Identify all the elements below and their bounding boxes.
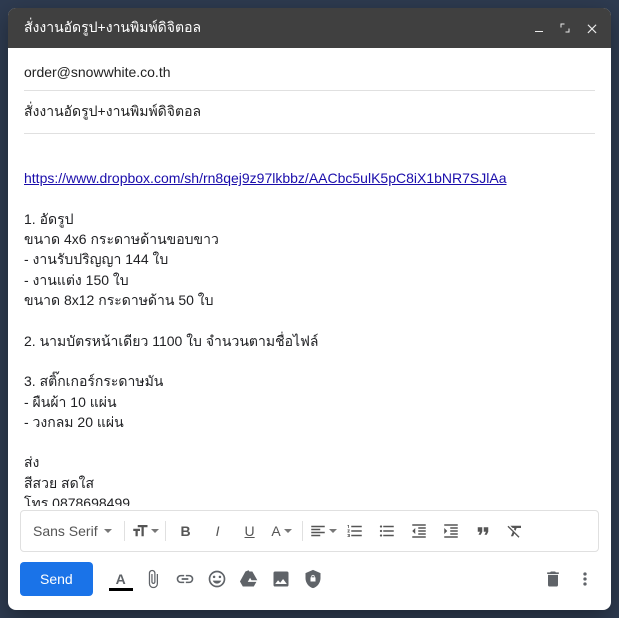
insert-photo-icon[interactable] <box>267 565 295 593</box>
body-line: - ผืนผ้า 10 แผ่น <box>24 392 595 412</box>
chevron-down-icon <box>151 529 159 533</box>
toolbar-divider <box>165 521 166 541</box>
insert-drive-icon[interactable] <box>235 565 263 593</box>
body-line: 2. นามบัตรหน้าเดียว 1100 ใบ จำนวนตามชื่อ… <box>24 331 595 351</box>
titlebar: สั่งงานอัดรูป+งานพิมพ์ดิจิตอล <box>8 8 611 48</box>
window-controls <box>533 21 599 35</box>
chevron-down-icon <box>104 529 112 533</box>
confidential-mode-icon[interactable] <box>299 565 327 593</box>
bottom-bar: Send A <box>8 552 611 610</box>
insert-emoji-icon[interactable] <box>203 565 231 593</box>
quote-button[interactable] <box>469 517 497 545</box>
toolbar-divider <box>302 521 303 541</box>
header-fields: order@snowwhite.co.th สั่งงานอัดรูป+งานพ… <box>8 48 611 134</box>
chevron-down-icon <box>284 529 292 533</box>
body-line: โทร 0878698499 <box>24 493 595 506</box>
body-line: - งานแต่ง 150 ใบ <box>24 270 595 290</box>
toolbar-divider <box>124 521 125 541</box>
message-body[interactable]: https://www.dropbox.com/sh/rn8qej9z97lkb… <box>8 134 611 506</box>
bold-button[interactable]: B <box>172 517 200 545</box>
body-line: - งานรับปริญญา 144 ใบ <box>24 249 595 269</box>
align-button[interactable] <box>309 517 337 545</box>
send-button[interactable]: Send <box>20 562 93 596</box>
compose-window: สั่งงานอัดรูป+งานพิมพ์ดิจิตอล order@snow… <box>8 8 611 610</box>
more-options-icon[interactable] <box>571 565 599 593</box>
body-line: - วงกลม 20 แผ่น <box>24 412 595 432</box>
italic-button[interactable]: I <box>204 517 232 545</box>
numbered-list-button[interactable] <box>341 517 369 545</box>
fullscreen-icon[interactable] <box>559 22 571 34</box>
format-toolbar: Sans Serif B I U A <box>20 510 599 552</box>
subject-field[interactable]: สั่งงานอัดรูป+งานพิมพ์ดิจิตอล <box>24 91 595 134</box>
to-field[interactable]: order@snowwhite.co.th <box>24 54 595 91</box>
font-family-label: Sans Serif <box>33 523 98 539</box>
discard-draft-icon[interactable] <box>539 565 567 593</box>
window-title: สั่งงานอัดรูป+งานพิมพ์ดิจิตอล <box>24 17 533 39</box>
minimize-icon[interactable] <box>533 22 545 34</box>
font-family-select[interactable]: Sans Serif <box>29 523 118 539</box>
chevron-down-icon <box>329 529 337 533</box>
bulleted-list-button[interactable] <box>373 517 401 545</box>
font-size-button[interactable] <box>131 517 159 545</box>
body-line: 1. อัดรูป <box>24 209 595 229</box>
body-line: 3. สติ๊กเกอร์กระดาษมัน <box>24 371 595 391</box>
insert-link-icon[interactable] <box>171 565 199 593</box>
dropbox-link[interactable]: https://www.dropbox.com/sh/rn8qej9z97lkb… <box>24 170 506 186</box>
close-icon[interactable] <box>585 21 599 35</box>
remove-format-button[interactable] <box>501 517 529 545</box>
indent-more-button[interactable] <box>437 517 465 545</box>
body-line: ขนาด 8x12 กระดาษด้าน 50 ใบ <box>24 290 595 310</box>
formatting-options-button[interactable]: A <box>107 565 135 593</box>
indent-less-button[interactable] <box>405 517 433 545</box>
body-line: ส่ง <box>24 452 595 472</box>
body-line: สีสวย สดใส <box>24 473 595 493</box>
underline-button[interactable]: U <box>236 517 264 545</box>
body-line: ขนาด 4x6 กระดาษด้านขอบขาว <box>24 229 595 249</box>
text-color-button[interactable]: A <box>268 517 296 545</box>
attach-icon[interactable] <box>139 565 167 593</box>
